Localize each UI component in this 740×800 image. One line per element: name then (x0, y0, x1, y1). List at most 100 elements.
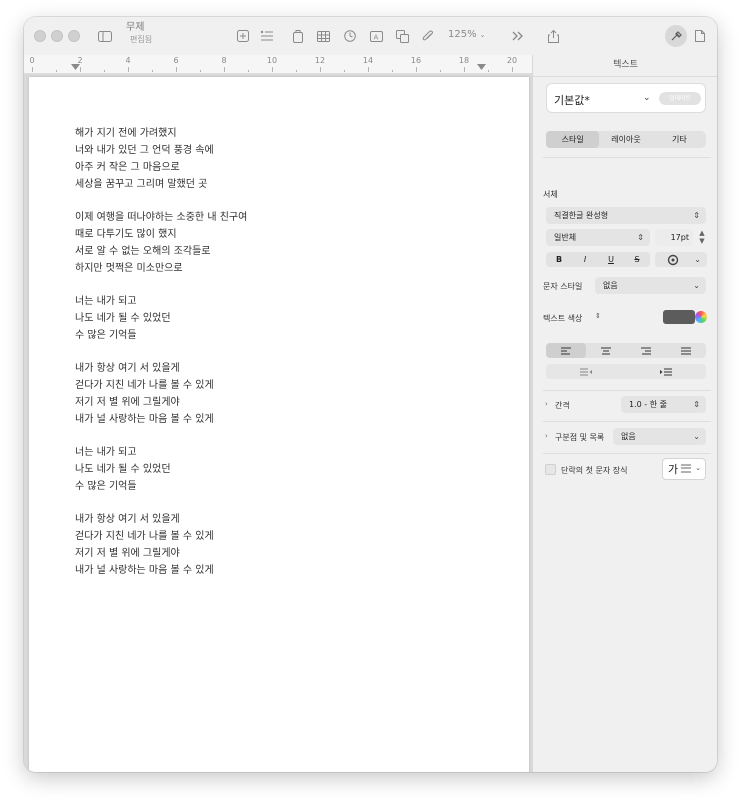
close-button[interactable] (34, 30, 46, 42)
char-style-value: 없음 (603, 281, 618, 290)
text-options-button[interactable]: ⌄ (655, 252, 707, 267)
text-color-well[interactable] (663, 310, 695, 324)
media-icon[interactable] (419, 27, 437, 45)
stanza: 해가 지기 전에 가려했지 너와 내가 있던 그 언덕 풍경 속에 아주 커 작… (75, 125, 247, 193)
tab-layout[interactable]: 레이아웃 (599, 131, 652, 148)
svg-text:A: A (373, 33, 378, 41)
sidebar-icon[interactable] (96, 27, 114, 45)
zoom-window-button[interactable] (68, 30, 80, 42)
chevron-right-icon[interactable]: › (545, 432, 548, 440)
align-right-icon (641, 347, 651, 354)
document-page[interactable]: 해가 지기 전에 가려했지 너와 내가 있던 그 언덕 풍경 속에 아주 커 작… (29, 77, 529, 772)
ruler-tick (416, 67, 417, 72)
char-style-popup[interactable]: 없음 ⌄ (595, 277, 706, 294)
add-icon[interactable] (234, 27, 252, 45)
font-section-title: 서체 (543, 190, 558, 199)
table-icon[interactable] (314, 27, 332, 45)
strikethrough-button[interactable]: S (624, 252, 650, 267)
font-size-field[interactable]: 17pt (655, 229, 693, 246)
font-size-stepper[interactable]: ▲ ▼ (697, 229, 707, 245)
dropcap-label: 단락의 첫 문자 장식 (561, 466, 628, 475)
format-icon[interactable] (665, 25, 687, 47)
document-canvas[interactable]: 해가 지기 전에 가려했지 너와 내가 있던 그 언덕 풍경 속에 아주 커 작… (24, 74, 532, 772)
align-center-button[interactable] (586, 343, 626, 358)
chevron-down-icon: ⌄ (643, 93, 651, 103)
font-size-value: 17pt (670, 233, 689, 242)
ruler-tick (440, 70, 441, 72)
bullets-popup[interactable]: 없음 ⌄ (613, 428, 706, 445)
document-status: 편집됨 (130, 35, 153, 44)
align-justify-button[interactable] (666, 343, 706, 358)
document-title[interactable]: 무제 (126, 22, 144, 34)
dropcap-glyph: 가 (668, 463, 679, 476)
ruler-tick (320, 67, 321, 72)
textbox-icon[interactable]: A (367, 27, 385, 45)
bullets-value: 없음 (621, 432, 636, 441)
document-icon[interactable] (691, 27, 709, 45)
lyric-line: 내가 널 사랑하는 마음 볼 수 있게 (75, 414, 214, 425)
ruler-tick (272, 67, 273, 72)
font-style-popup[interactable]: 일반체 ⇕ (546, 229, 650, 246)
align-justify-icon (681, 347, 691, 354)
lyric-line: 내가 널 사랑하는 마음 볼 수 있게 (75, 565, 214, 576)
more-icon[interactable] (509, 27, 527, 45)
spacing-popup[interactable]: 1.0 - 한 줄 ⇕ (621, 396, 706, 413)
text-color-label: 텍스트 색상 (543, 314, 583, 323)
char-style-label: 문자 스타일 (543, 282, 583, 291)
dropcap-checkbox[interactable] (545, 464, 556, 475)
ruler-tick (224, 67, 225, 72)
minimize-button[interactable] (51, 30, 63, 42)
align-right-button[interactable] (626, 343, 666, 358)
font-family-value: 직결한글 완성형 (554, 211, 609, 220)
ruler-tick (56, 70, 57, 72)
chevron-down-icon: ⌄ (694, 255, 701, 264)
tab-style[interactable]: 스타일 (546, 131, 600, 148)
tab-more[interactable]: 기타 (653, 131, 706, 148)
italic-button[interactable]: I (572, 252, 598, 267)
shape-icon[interactable] (393, 27, 411, 45)
lyric-line: 걷다가 지친 네가 나를 볼 수 있게 (75, 380, 214, 391)
lyric-line: 걷다가 지친 네가 나를 볼 수 있게 (75, 531, 214, 542)
left-indent-marker[interactable] (71, 64, 80, 71)
ruler-label: 8 (221, 56, 227, 65)
update-style-button[interactable]: 업데이트 (659, 92, 701, 105)
list-icon[interactable] (258, 27, 276, 45)
lyrics-body[interactable]: 해가 지기 전에 가려했지 너와 내가 있던 그 언덕 풍경 속에 아주 커 작… (75, 125, 247, 595)
zoom-control[interactable]: 125% ⌄ (448, 29, 485, 40)
gear-icon (667, 254, 679, 265)
right-indent-marker[interactable] (477, 64, 486, 71)
spacing-label: 간격 (555, 401, 570, 410)
bold-button[interactable]: B (546, 252, 572, 267)
divider (543, 390, 711, 391)
stanza: 내가 항상 여기 서 있을게 걷다가 지친 네가 나를 볼 수 있게 저기 저 … (75, 360, 247, 428)
increase-indent-button[interactable] (626, 364, 706, 379)
chevron-updown-icon: ⇕ (693, 400, 700, 409)
paragraph-style-popup[interactable]: 기본값* ⌄ 업데이트 (546, 83, 706, 113)
divider (543, 453, 711, 454)
clock-icon[interactable] (341, 27, 359, 45)
page-icon[interactable] (289, 27, 307, 45)
align-center-icon (601, 347, 611, 354)
share-icon[interactable] (544, 27, 562, 45)
dropcap-style-popup[interactable]: 가 ⌄ (662, 458, 706, 480)
font-style-value: 일반체 (554, 233, 577, 242)
ruler-label: 16 (410, 56, 422, 65)
color-wheel-icon[interactable] (695, 311, 707, 323)
decrease-indent-button[interactable] (546, 364, 626, 379)
underline-button[interactable]: U (598, 252, 624, 267)
lyric-line: 내가 항상 여기 서 있을게 (75, 363, 180, 374)
ruler-label: 12 (314, 56, 326, 65)
align-left-button[interactable] (546, 343, 586, 358)
ruler-tick (344, 70, 345, 72)
ruler-tick (392, 70, 393, 72)
lyric-line: 세상을 꿈꾸고 그리며 말했던 곳 (75, 179, 208, 190)
chevron-updown-icon: ⇕ (693, 211, 700, 220)
lyric-line: 하지만 멋쩍은 미소만으로 (75, 263, 183, 274)
font-family-popup[interactable]: 직결한글 완성형 ⇕ (546, 207, 706, 224)
ruler-tick (464, 67, 465, 72)
ruler[interactable]: 0 2 4 6 8 10 12 14 16 18 20 (24, 55, 532, 74)
paragraph-style-label: 기본값* (554, 94, 590, 107)
inspector-header: 텍스트 (533, 55, 717, 77)
ruler-label: 20 (506, 56, 518, 65)
chevron-right-icon[interactable]: › (545, 400, 548, 408)
